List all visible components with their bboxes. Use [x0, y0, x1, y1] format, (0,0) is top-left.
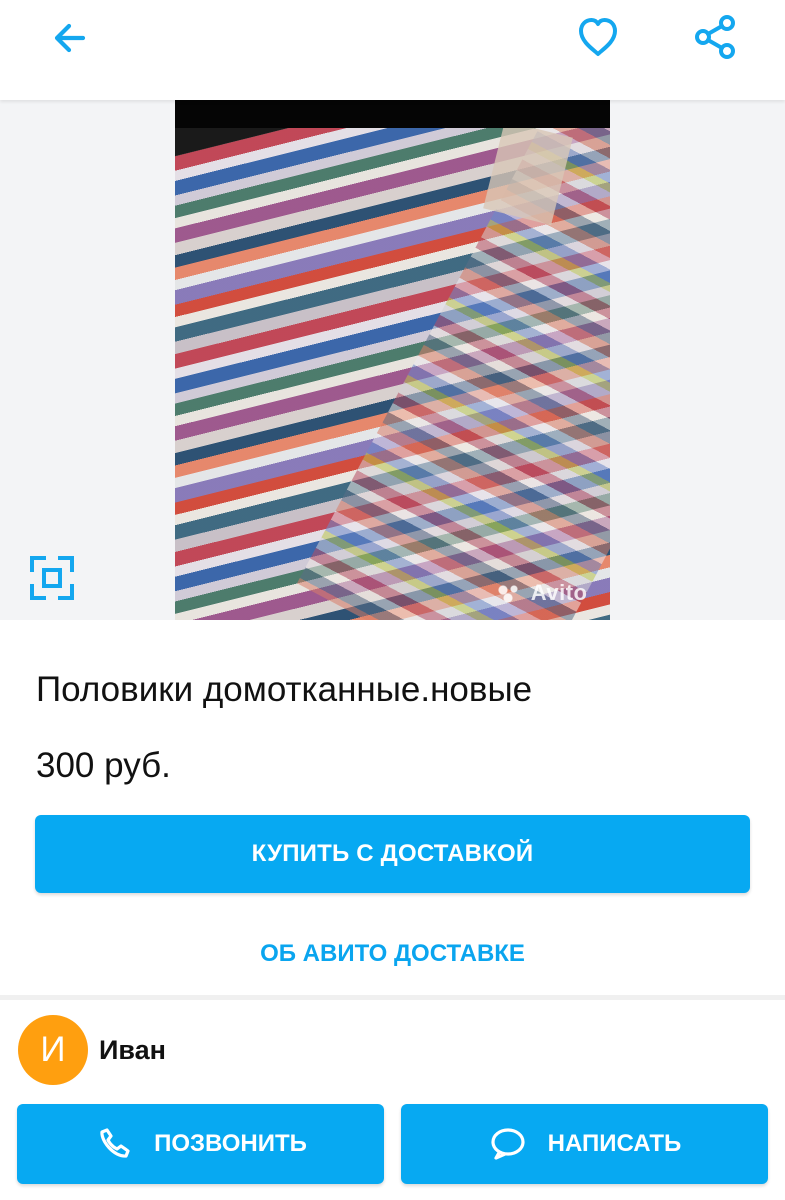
avito-logo-icon: [497, 584, 521, 602]
back-button[interactable]: [40, 10, 100, 70]
phone-icon: [94, 1124, 134, 1164]
write-label: НАПИСАТЬ: [547, 1130, 682, 1157]
write-button[interactable]: НАПИСАТЬ: [401, 1104, 768, 1184]
photo-watermark: Avito: [497, 580, 587, 606]
heart-outline-icon: [574, 15, 622, 64]
seller-row[interactable]: И Иван: [18, 1015, 166, 1085]
buy-with-delivery-button[interactable]: КУПИТЬ С ДОСТАВКОЙ: [35, 815, 750, 893]
photo-black-strip: [175, 100, 610, 128]
fullscreen-button[interactable]: [22, 548, 82, 608]
call-button[interactable]: ПОЗВОНИТЬ: [17, 1104, 384, 1184]
listing-photo[interactable]: Avito: [175, 100, 610, 620]
favorite-button[interactable]: [568, 9, 628, 69]
section-divider: [0, 995, 785, 1000]
top-app-bar: [0, 0, 785, 100]
arrow-left-icon: [49, 17, 91, 64]
listing-price: 300 руб.: [36, 746, 171, 785]
seller-name[interactable]: Иван: [99, 1035, 166, 1066]
photo-gallery[interactable]: Avito: [0, 100, 785, 620]
about-delivery-link[interactable]: ОБ АВИТО ДОСТАВКЕ: [35, 922, 750, 986]
message-bubble-icon: [488, 1124, 528, 1164]
avatar[interactable]: И: [18, 1015, 88, 1085]
listing-title: Половики домотканные.новые: [36, 670, 533, 709]
share-icon: [692, 13, 740, 66]
fullscreen-icon: [30, 556, 74, 600]
share-button[interactable]: [686, 9, 746, 69]
watermark-text: Avito: [530, 580, 588, 605]
call-label: ПОЗВОНИТЬ: [154, 1130, 307, 1157]
